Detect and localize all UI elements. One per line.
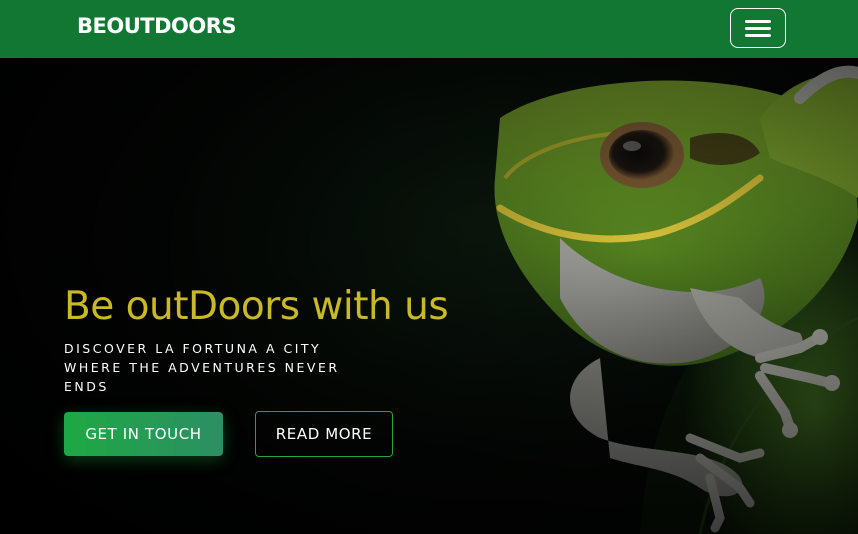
hero-subtitle: DISCOVER LA FORTUNA A CITY WHERE THE ADV…	[64, 341, 340, 394]
hero-title: Be outDoors with us	[64, 284, 449, 329]
menu-toggle-button[interactable]	[730, 8, 786, 48]
read-more-button[interactable]: READ MORE	[255, 411, 393, 457]
navbar: BEOUTDOORS	[0, 0, 858, 58]
get-in-touch-button[interactable]: GET IN TOUCH	[64, 412, 223, 456]
brand-logo[interactable]: BEOUTDOORS	[77, 14, 237, 38]
hero-section: Be outDoors with us DISCOVER LA FORTUNA …	[0, 58, 858, 534]
